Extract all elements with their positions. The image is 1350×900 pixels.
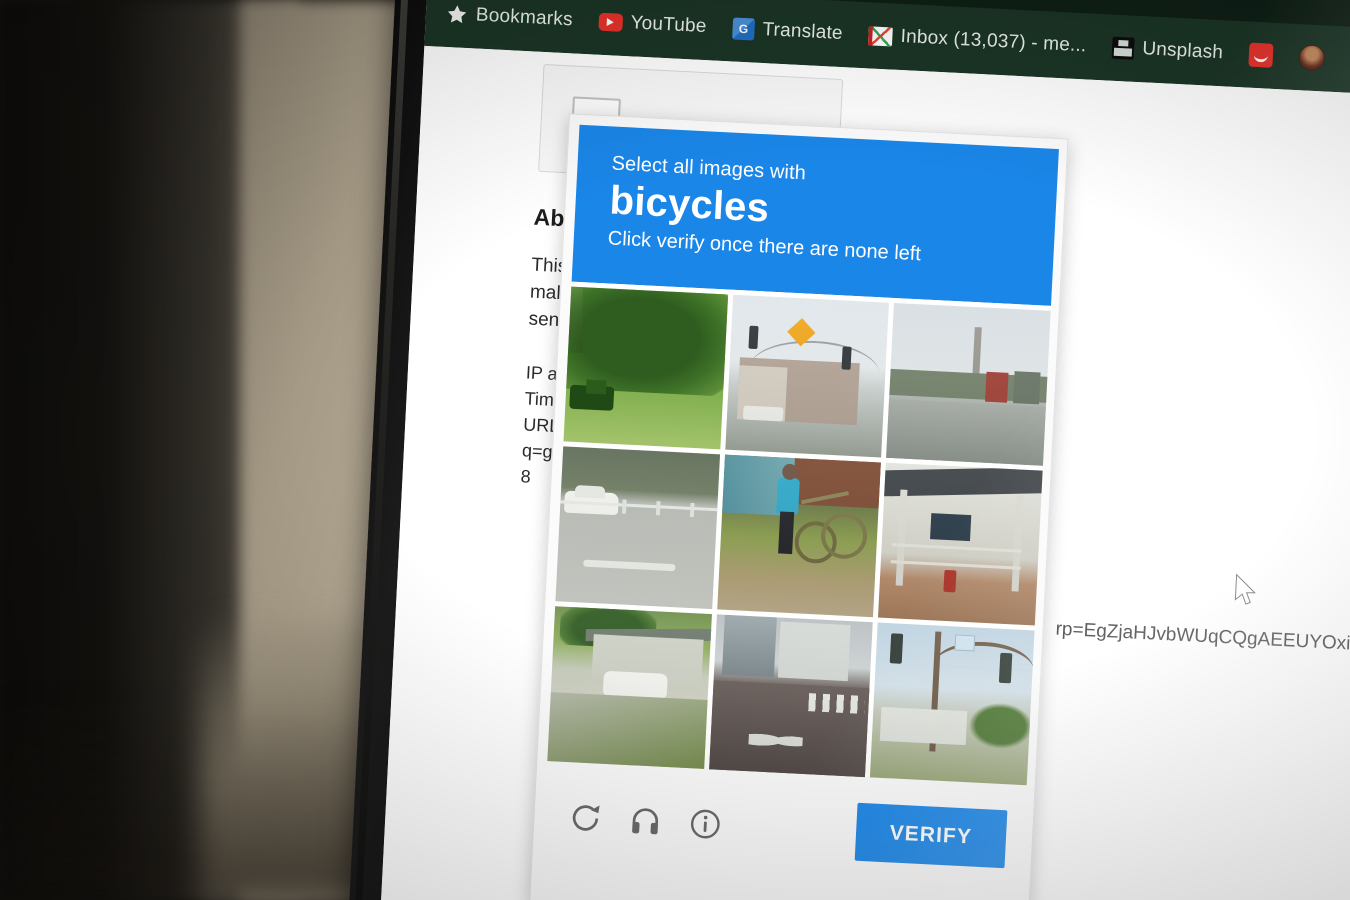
captcha-tile[interactable] — [878, 462, 1043, 626]
bookmark-label: Unsplash — [1141, 38, 1224, 64]
url-fragment-text: rp=EgZjaHJvbWUqCQgAEEUYOxiA — [1055, 618, 1350, 656]
captcha-tile[interactable] — [555, 446, 720, 610]
bookmark-label: Translate — [761, 18, 844, 44]
captcha-header: Select all images with bicycles Click ve… — [571, 124, 1059, 306]
unsplash-icon — [1111, 36, 1135, 60]
bookmark-inbox[interactable]: Inbox (13,037) - me... — [868, 24, 1087, 57]
mouse-cursor — [1234, 573, 1256, 605]
captcha-tile[interactable] — [870, 622, 1035, 786]
bookmark-unsplash[interactable]: Unsplash — [1111, 36, 1224, 65]
gmail-icon — [868, 25, 894, 47]
bookmark-label: Bookmarks — [475, 4, 574, 31]
laptop: p://www.google.com/search%3Fq% Bookmarks… — [0, 0, 1350, 900]
captcha-tile[interactable] — [724, 294, 890, 458]
verify-button[interactable]: VERIFY — [854, 802, 1008, 869]
captcha-image-grid — [547, 281, 1051, 786]
reload-icon[interactable] — [568, 800, 604, 836]
avatar-icon — [1298, 44, 1326, 72]
captcha-tile[interactable] — [886, 302, 1051, 466]
info-icon[interactable] — [687, 806, 723, 842]
bookmark-label: YouTube — [630, 12, 708, 38]
bookmark-avatar[interactable] — [1298, 44, 1326, 72]
youtube-icon — [598, 12, 624, 32]
captcha-tile[interactable] — [563, 286, 728, 450]
captcha-tile[interactable] — [716, 454, 882, 618]
page-content: About th This netw malicious sending IP … — [378, 45, 1350, 900]
google-translate-icon: G — [731, 17, 756, 41]
bookmark-red-app[interactable] — [1248, 42, 1274, 68]
red-square-icon — [1248, 42, 1274, 68]
star-icon — [447, 5, 467, 24]
bookmark-translate[interactable]: G Translate — [731, 17, 844, 45]
captcha-modal: Select all images with bicycles Click ve… — [529, 113, 1069, 900]
bookmark-youtube[interactable]: YouTube — [598, 11, 707, 38]
bookmark-bookmarks[interactable]: Bookmarks — [445, 3, 573, 31]
captcha-tile[interactable] — [708, 614, 874, 778]
captcha-tile[interactable] — [547, 606, 712, 769]
laptop-screen: p://www.google.com/search%3Fq% Bookmarks… — [378, 0, 1350, 900]
bookmark-label: Inbox (13,037) - me... — [900, 25, 1087, 57]
audio-icon[interactable] — [628, 803, 664, 839]
